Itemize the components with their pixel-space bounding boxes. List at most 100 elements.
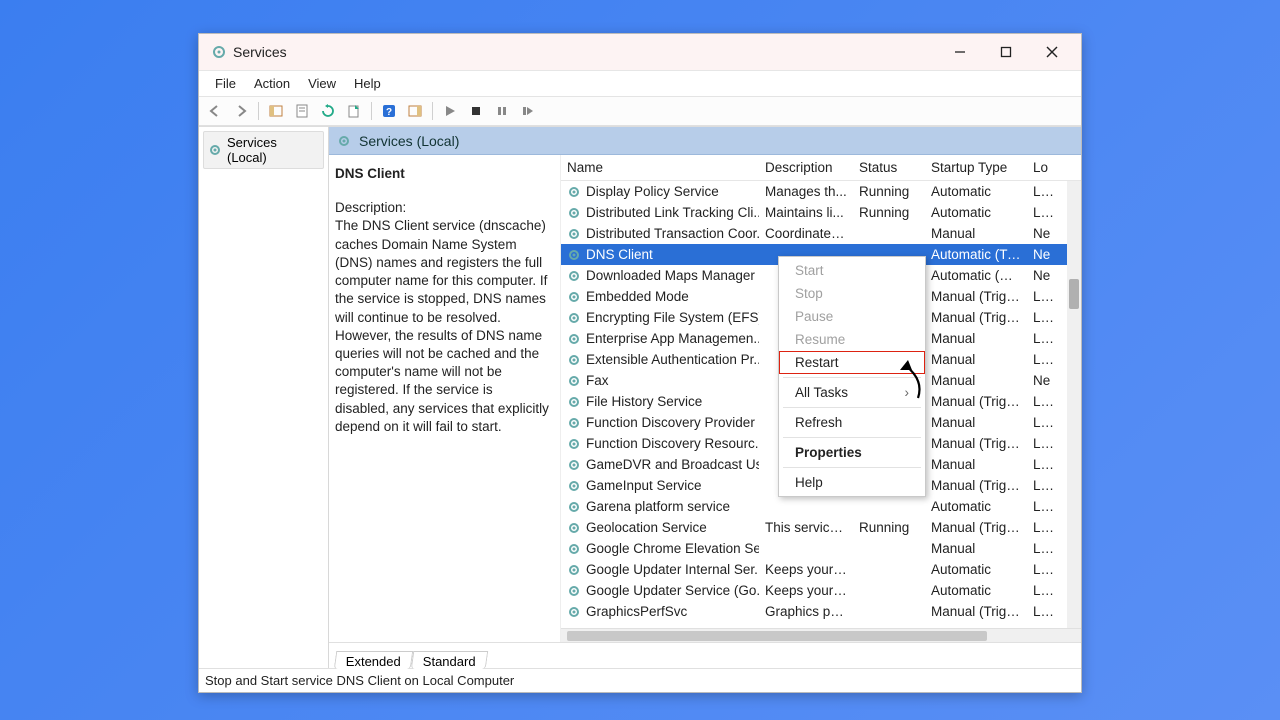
- stop-service-button[interactable]: [464, 100, 488, 122]
- menu-file[interactable]: File: [207, 74, 244, 93]
- pause-service-button[interactable]: [490, 100, 514, 122]
- tab-standard[interactable]: Standard: [411, 651, 488, 669]
- gear-icon: [567, 542, 581, 556]
- table-row[interactable]: Google Chrome Elevation Se...ManualLoc: [561, 538, 1081, 559]
- separator: [783, 437, 921, 438]
- show-hide-action-pane-button[interactable]: [403, 100, 427, 122]
- window-title: Services: [233, 44, 287, 60]
- svg-text:?: ?: [386, 107, 392, 118]
- vertical-scrollbar[interactable]: [1067, 181, 1081, 628]
- panel-title: Services (Local): [359, 133, 459, 149]
- col-description[interactable]: Description: [759, 160, 853, 175]
- separator: [783, 377, 921, 378]
- panel-header: Services (Local): [329, 127, 1081, 155]
- gear-icon: [567, 584, 581, 598]
- restart-service-button[interactable]: [516, 100, 540, 122]
- gear-icon: [567, 227, 581, 241]
- menu-view[interactable]: View: [300, 74, 344, 93]
- gear-icon: [567, 248, 581, 262]
- gear-icon: [567, 605, 581, 619]
- titlebar[interactable]: Services: [199, 34, 1081, 70]
- col-name[interactable]: Name: [561, 160, 759, 175]
- ctx-properties[interactable]: Properties: [779, 441, 925, 464]
- status-text: Stop and Start service DNS Client on Loc…: [205, 673, 514, 688]
- table-row[interactable]: Geolocation ServiceThis service ...Runni…: [561, 517, 1081, 538]
- table-row[interactable]: Distributed Link Tracking Cli...Maintain…: [561, 202, 1081, 223]
- ctx-all-tasks[interactable]: All Tasks: [779, 381, 925, 404]
- separator: [371, 102, 372, 120]
- gear-icon: [567, 395, 581, 409]
- separator: [783, 467, 921, 468]
- context-menu[interactable]: Start Stop Pause Resume Restart All Task…: [778, 256, 926, 497]
- gear-icon: [567, 500, 581, 514]
- show-hide-tree-button[interactable]: [264, 100, 288, 122]
- separator: [258, 102, 259, 120]
- detail-pane: DNS Client Description: The DNS Client s…: [329, 155, 561, 642]
- col-startup[interactable]: Startup Type: [925, 160, 1027, 175]
- ctx-resume: Resume: [779, 328, 925, 351]
- start-service-button[interactable]: [438, 100, 462, 122]
- table-row[interactable]: GraphicsPerfSvcGraphics per...Manual (Tr…: [561, 601, 1081, 622]
- maximize-button[interactable]: [983, 35, 1029, 69]
- gear-icon: [567, 353, 581, 367]
- gear-icon: [567, 563, 581, 577]
- table-row[interactable]: Garena platform serviceAutomaticLoc: [561, 496, 1081, 517]
- services-window: Services File Action View Help ?: [198, 33, 1082, 693]
- tree-root-label: Services (Local): [227, 135, 319, 165]
- back-button[interactable]: [203, 100, 227, 122]
- table-row[interactable]: Google Updater Internal Ser...Keeps your…: [561, 559, 1081, 580]
- forward-button[interactable]: [229, 100, 253, 122]
- view-tabs: Extended Standard: [329, 642, 1081, 668]
- gear-icon: [567, 437, 581, 451]
- ctx-stop: Stop: [779, 282, 925, 305]
- gear-icon: [567, 458, 581, 472]
- description-text: The DNS Client service (dnscache) caches…: [335, 217, 550, 436]
- menu-help[interactable]: Help: [346, 74, 389, 93]
- panel-body: DNS Client Description: The DNS Client s…: [329, 155, 1081, 642]
- gear-icon: [208, 143, 222, 157]
- gear-icon: [567, 206, 581, 220]
- minimize-button[interactable]: [937, 35, 983, 69]
- gear-icon: [567, 374, 581, 388]
- gear-icon: [567, 290, 581, 304]
- scroll-thumb[interactable]: [567, 631, 987, 641]
- col-logon[interactable]: Lo: [1027, 160, 1057, 175]
- separator: [432, 102, 433, 120]
- col-status[interactable]: Status: [853, 160, 925, 175]
- statusbar: Stop and Start service DNS Client on Loc…: [199, 668, 1081, 692]
- right-pane: Services (Local) DNS Client Description:…: [329, 127, 1081, 668]
- body: Services (Local) Services (Local) DNS Cl…: [199, 126, 1081, 668]
- help-button[interactable]: ?: [377, 100, 401, 122]
- table-row[interactable]: Display Policy ServiceManages th...Runni…: [561, 181, 1081, 202]
- ctx-pause: Pause: [779, 305, 925, 328]
- toolbar: ?: [199, 96, 1081, 126]
- selected-service-name: DNS Client: [335, 165, 550, 183]
- gear-icon: [567, 269, 581, 283]
- tab-extended[interactable]: Extended: [334, 651, 413, 669]
- horizontal-scrollbar[interactable]: [561, 628, 1081, 642]
- list-header[interactable]: Name Description Status Startup Type Lo: [561, 155, 1081, 181]
- menubar: File Action View Help: [199, 70, 1081, 96]
- separator: [783, 407, 921, 408]
- gear-icon: [567, 185, 581, 199]
- ctx-refresh[interactable]: Refresh: [779, 411, 925, 434]
- properties-button[interactable]: [290, 100, 314, 122]
- close-button[interactable]: [1029, 35, 1075, 69]
- gear-icon: [567, 521, 581, 535]
- ctx-help[interactable]: Help: [779, 471, 925, 494]
- gear-icon: [337, 134, 351, 148]
- ctx-restart[interactable]: Restart: [779, 351, 925, 374]
- table-row[interactable]: Distributed Transaction Coor...Coordinat…: [561, 223, 1081, 244]
- menu-action[interactable]: Action: [246, 74, 298, 93]
- export-button[interactable]: [342, 100, 366, 122]
- tree-root-item[interactable]: Services (Local): [203, 131, 324, 169]
- refresh-button[interactable]: [316, 100, 340, 122]
- gear-icon: [567, 311, 581, 325]
- gear-icon: [567, 332, 581, 346]
- tree-pane[interactable]: Services (Local): [199, 127, 329, 668]
- scroll-thumb[interactable]: [1069, 279, 1079, 309]
- table-row[interactable]: Google Updater Service (Go...Keeps your …: [561, 580, 1081, 601]
- gear-icon: [567, 416, 581, 430]
- ctx-start: Start: [779, 259, 925, 282]
- app-icon: [211, 44, 227, 60]
